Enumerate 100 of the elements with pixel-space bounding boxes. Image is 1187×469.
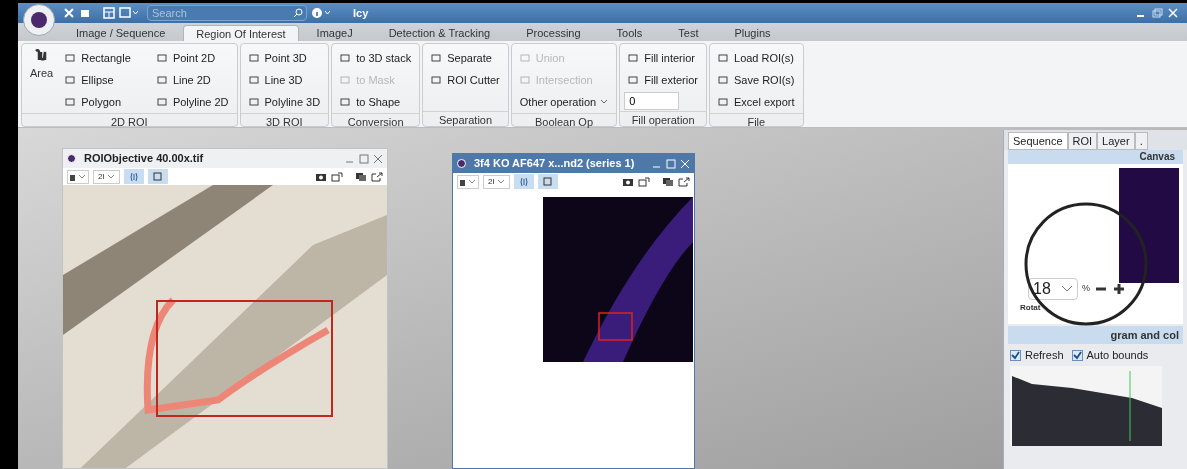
detach-icon[interactable] — [678, 176, 690, 187]
fit-button[interactable] — [147, 169, 168, 184]
camera-icon[interactable] — [315, 171, 327, 182]
window-title: ROIObjective 40.00x.tif — [84, 151, 204, 167]
menu-tab[interactable]: Plugins — [716, 25, 789, 41]
roi-tool-icon — [65, 97, 76, 107]
ribbon-button[interactable]: Separate — [427, 47, 504, 69]
signal-waves-icon — [518, 176, 529, 187]
section-header: Canvas — [1008, 150, 1183, 164]
frame-icon — [152, 171, 164, 182]
group-label: Fill operation — [620, 111, 706, 126]
expand-icon[interactable] — [331, 171, 343, 182]
rotation-label: Rotat — [1020, 302, 1041, 314]
ribbon-button[interactable]: Point 2D — [152, 47, 233, 69]
area-button[interactable]: Area — [26, 47, 58, 113]
detach-icon[interactable] — [371, 171, 383, 182]
layer-dropdown[interactable] — [67, 169, 89, 184]
roi-tool-icon — [340, 97, 351, 107]
camera-icon[interactable] — [622, 176, 634, 187]
chevron-icon — [496, 178, 505, 185]
info-icon[interactable] — [311, 7, 333, 19]
menu-tab[interactable]: Test — [660, 25, 717, 41]
maximize-icon[interactable] — [359, 153, 369, 164]
unit-label: % — [1082, 282, 1090, 296]
roi-tool-icon — [248, 53, 259, 63]
checkmark-icon — [1011, 350, 1020, 360]
checkbox[interactable]: Auto bounds — [1071, 346, 1149, 364]
ribbon-button[interactable]: Line 2D — [152, 69, 233, 91]
menu-tab[interactable]: Region Of Interest — [183, 25, 299, 41]
duplicate-icon[interactable] — [662, 176, 674, 187]
roi-tool-icon — [519, 75, 530, 85]
inspector-tab[interactable]: Layer — [1097, 132, 1135, 150]
chevron-icon — [600, 99, 609, 105]
roi-tool-icon — [431, 75, 442, 85]
menu-tab[interactable]: ImageJ — [298, 25, 371, 41]
layer-dropdown[interactable] — [457, 174, 479, 189]
close-icon[interactable] — [373, 153, 383, 164]
ribbon-button[interactable]: to 3D stack — [336, 47, 416, 69]
checkmark-icon — [1072, 350, 1082, 360]
expand-icon[interactable] — [638, 176, 650, 187]
zoom-field[interactable]: 18 — [1028, 278, 1078, 300]
ribbon-button[interactable]: Rectangle — [61, 47, 141, 69]
roi-tool-icon — [156, 53, 167, 63]
ribbon-button[interactable]: Save ROI(s) — [714, 69, 799, 91]
layer-icon — [459, 177, 477, 186]
tools-icon[interactable] — [63, 7, 75, 19]
frame-icon — [542, 176, 554, 187]
app-title: Icy — [353, 5, 369, 21]
sync-button[interactable] — [513, 174, 534, 189]
roi-tool-icon — [156, 75, 167, 85]
layer-icon — [69, 172, 87, 181]
ribbon-button[interactable]: Polygon — [61, 91, 141, 113]
chevron-icon — [1061, 285, 1073, 293]
roi-tool-icon — [718, 53, 728, 63]
ribbon-button[interactable]: to Shape — [336, 91, 416, 113]
signal-waves-icon — [128, 171, 139, 182]
fit-button[interactable] — [537, 174, 558, 189]
section-header: gram and col — [1008, 326, 1183, 344]
layout-icon[interactable] — [103, 7, 115, 19]
roi-tool-icon — [340, 53, 351, 63]
inspector-tab[interactable]: ROI — [1067, 132, 1098, 150]
roi-tool-icon — [628, 75, 639, 85]
canvas-dropdown[interactable]: 2I — [483, 174, 510, 189]
search-field[interactable]: Search — [147, 5, 307, 21]
menu-tab[interactable]: Tools — [598, 25, 661, 41]
canvas-dropdown[interactable]: 2I — [93, 169, 120, 184]
roi-tool-icon — [340, 75, 351, 85]
chevron-icon — [106, 173, 115, 180]
menu-tab[interactable]: Detection & Tracking — [370, 25, 509, 41]
roi-tool-icon — [248, 97, 259, 107]
app-logo-icon — [457, 159, 466, 168]
roi-tool-icon — [519, 53, 530, 63]
plus-icon[interactable] — [1112, 282, 1126, 296]
ribbon-button[interactable]: Ellipse — [61, 69, 141, 91]
roi-tool-icon — [248, 75, 259, 85]
roi-tool-icon — [431, 53, 442, 63]
checkbox[interactable]: Refresh — [1010, 346, 1064, 364]
inspector-tab[interactable]: Sequence — [1008, 132, 1068, 150]
ribbon-button[interactable]: Excel export — [714, 91, 799, 113]
roi-tool-icon — [628, 53, 639, 63]
window-icon[interactable] — [119, 7, 139, 19]
window-title: 3f4 KO AF647 x...nd2 (series 1) — [474, 156, 635, 172]
restore-icon[interactable] — [1151, 7, 1163, 19]
ribbon-button[interactable]: Polyline 2D — [152, 91, 233, 113]
ribbon-button[interactable]: Point 3D — [244, 47, 325, 69]
roi-tool-icon — [65, 75, 76, 85]
menu-tab[interactable]: Processing — [508, 25, 599, 41]
roi-tool-icon — [718, 75, 728, 85]
ribbon-button[interactable]: Line 3D — [244, 69, 325, 91]
ribbon-button[interactable]: Load ROI(s) — [714, 47, 799, 69]
value-field[interactable]: 0 — [624, 92, 680, 110]
ribbon-button[interactable]: Fill interior — [624, 47, 702, 69]
ribbon-button[interactable]: Fill exterior — [624, 69, 702, 91]
operation-dropdown[interactable]: Other operation — [515, 91, 613, 113]
ribbon-button[interactable]: ROI Cutter — [427, 69, 504, 91]
duplicate-icon[interactable] — [355, 171, 367, 182]
sync-button[interactable] — [123, 169, 144, 184]
ribbon-button[interactable]: Polyline 3D — [244, 91, 325, 113]
roi-tool-icon — [718, 97, 728, 107]
menu-tab[interactable]: Image / Sequence — [58, 25, 184, 41]
